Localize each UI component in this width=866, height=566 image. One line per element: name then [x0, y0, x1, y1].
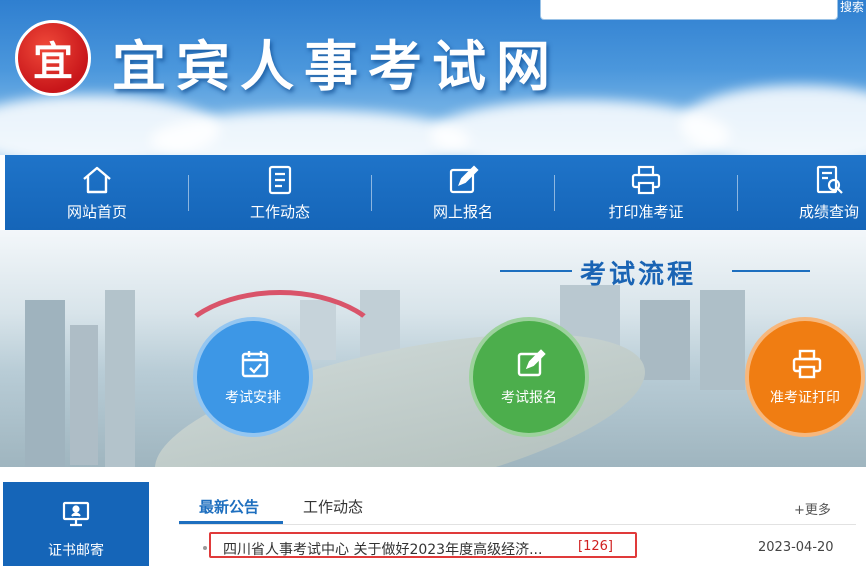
- bullet-icon: [203, 546, 207, 550]
- active-tab-indicator: [179, 521, 283, 524]
- nav-divider: [188, 175, 189, 211]
- score-search-icon: [816, 165, 843, 194]
- site-header: 宜 宜宾人事考试网 搜索: [0, 0, 866, 155]
- news-list-item: 四川省人事考试中心 关于做好2023年度高级经济... [126] 2023-0…: [179, 532, 856, 562]
- nav-item-label: 成绩查询: [798, 203, 859, 221]
- nav-item-label: 打印准考证: [608, 203, 684, 221]
- more-link[interactable]: +更多: [794, 499, 831, 518]
- logo-glyph: 宜: [33, 38, 73, 85]
- site-title: 宜宾人事考试网: [112, 34, 560, 98]
- edit-icon: [449, 165, 479, 194]
- step-label: 考试报名: [501, 390, 557, 406]
- cert-mail-label: 证书邮寄: [48, 543, 104, 559]
- exam-process-banner: 考试流程 考试安排 考试报名 准考证打印: [0, 230, 866, 467]
- step-admission-print[interactable]: 准考证打印: [745, 317, 865, 437]
- main-nav: 网站首页 工作动态 网上报名 打印准考证 成绩查询: [5, 155, 866, 230]
- flow-title-text: 考试流程: [580, 260, 697, 290]
- nav-divider: [371, 175, 372, 211]
- nav-item-online-registration[interactable]: 网上报名: [388, 155, 538, 230]
- search-button[interactable]: 搜索: [840, 0, 866, 20]
- printer-icon: [792, 349, 822, 379]
- nav-item-label: 网站首页: [66, 203, 127, 221]
- cert-mail-tile[interactable]: 证书邮寄: [3, 482, 149, 566]
- printer-icon: [631, 165, 661, 195]
- nav-item-label: 网上报名: [432, 203, 493, 221]
- nav-item-work-news[interactable]: 工作动态: [205, 155, 355, 230]
- news-tabs: 最新公告 工作动态 +更多: [179, 490, 856, 525]
- nav-item-home[interactable]: 网站首页: [22, 155, 172, 230]
- search-input[interactable]: [540, 0, 838, 20]
- step-exam-registration[interactable]: 考试报名: [469, 317, 589, 437]
- news-view-count: [126]: [578, 539, 613, 554]
- nav-item-label: 工作动态: [249, 203, 310, 221]
- nav-divider: [554, 175, 555, 211]
- step-exam-schedule[interactable]: 考试安排: [193, 317, 313, 437]
- nav-item-score-query[interactable]: 成绩查询: [754, 155, 866, 230]
- flow-title: 考试流程: [500, 252, 820, 290]
- step-label: 准考证打印: [770, 390, 840, 406]
- site-logo[interactable]: 宜: [15, 20, 91, 96]
- document-list-icon: [268, 165, 292, 195]
- monitor-icon: [62, 501, 90, 527]
- nav-item-print-admission[interactable]: 打印准考证: [571, 155, 721, 230]
- nav-divider: [737, 175, 738, 211]
- step-label: 考试安排: [225, 390, 281, 406]
- tab-work-news[interactable]: 工作动态: [303, 496, 363, 517]
- calendar-check-icon: [241, 351, 269, 378]
- news-date: 2023-04-20: [758, 540, 834, 555]
- news-title-link[interactable]: 四川省人事考试中心 关于做好2023年度高级经济...: [223, 539, 542, 559]
- home-icon: [83, 166, 111, 194]
- edit-icon: [517, 349, 546, 377]
- tab-latest-notice[interactable]: 最新公告: [199, 496, 259, 517]
